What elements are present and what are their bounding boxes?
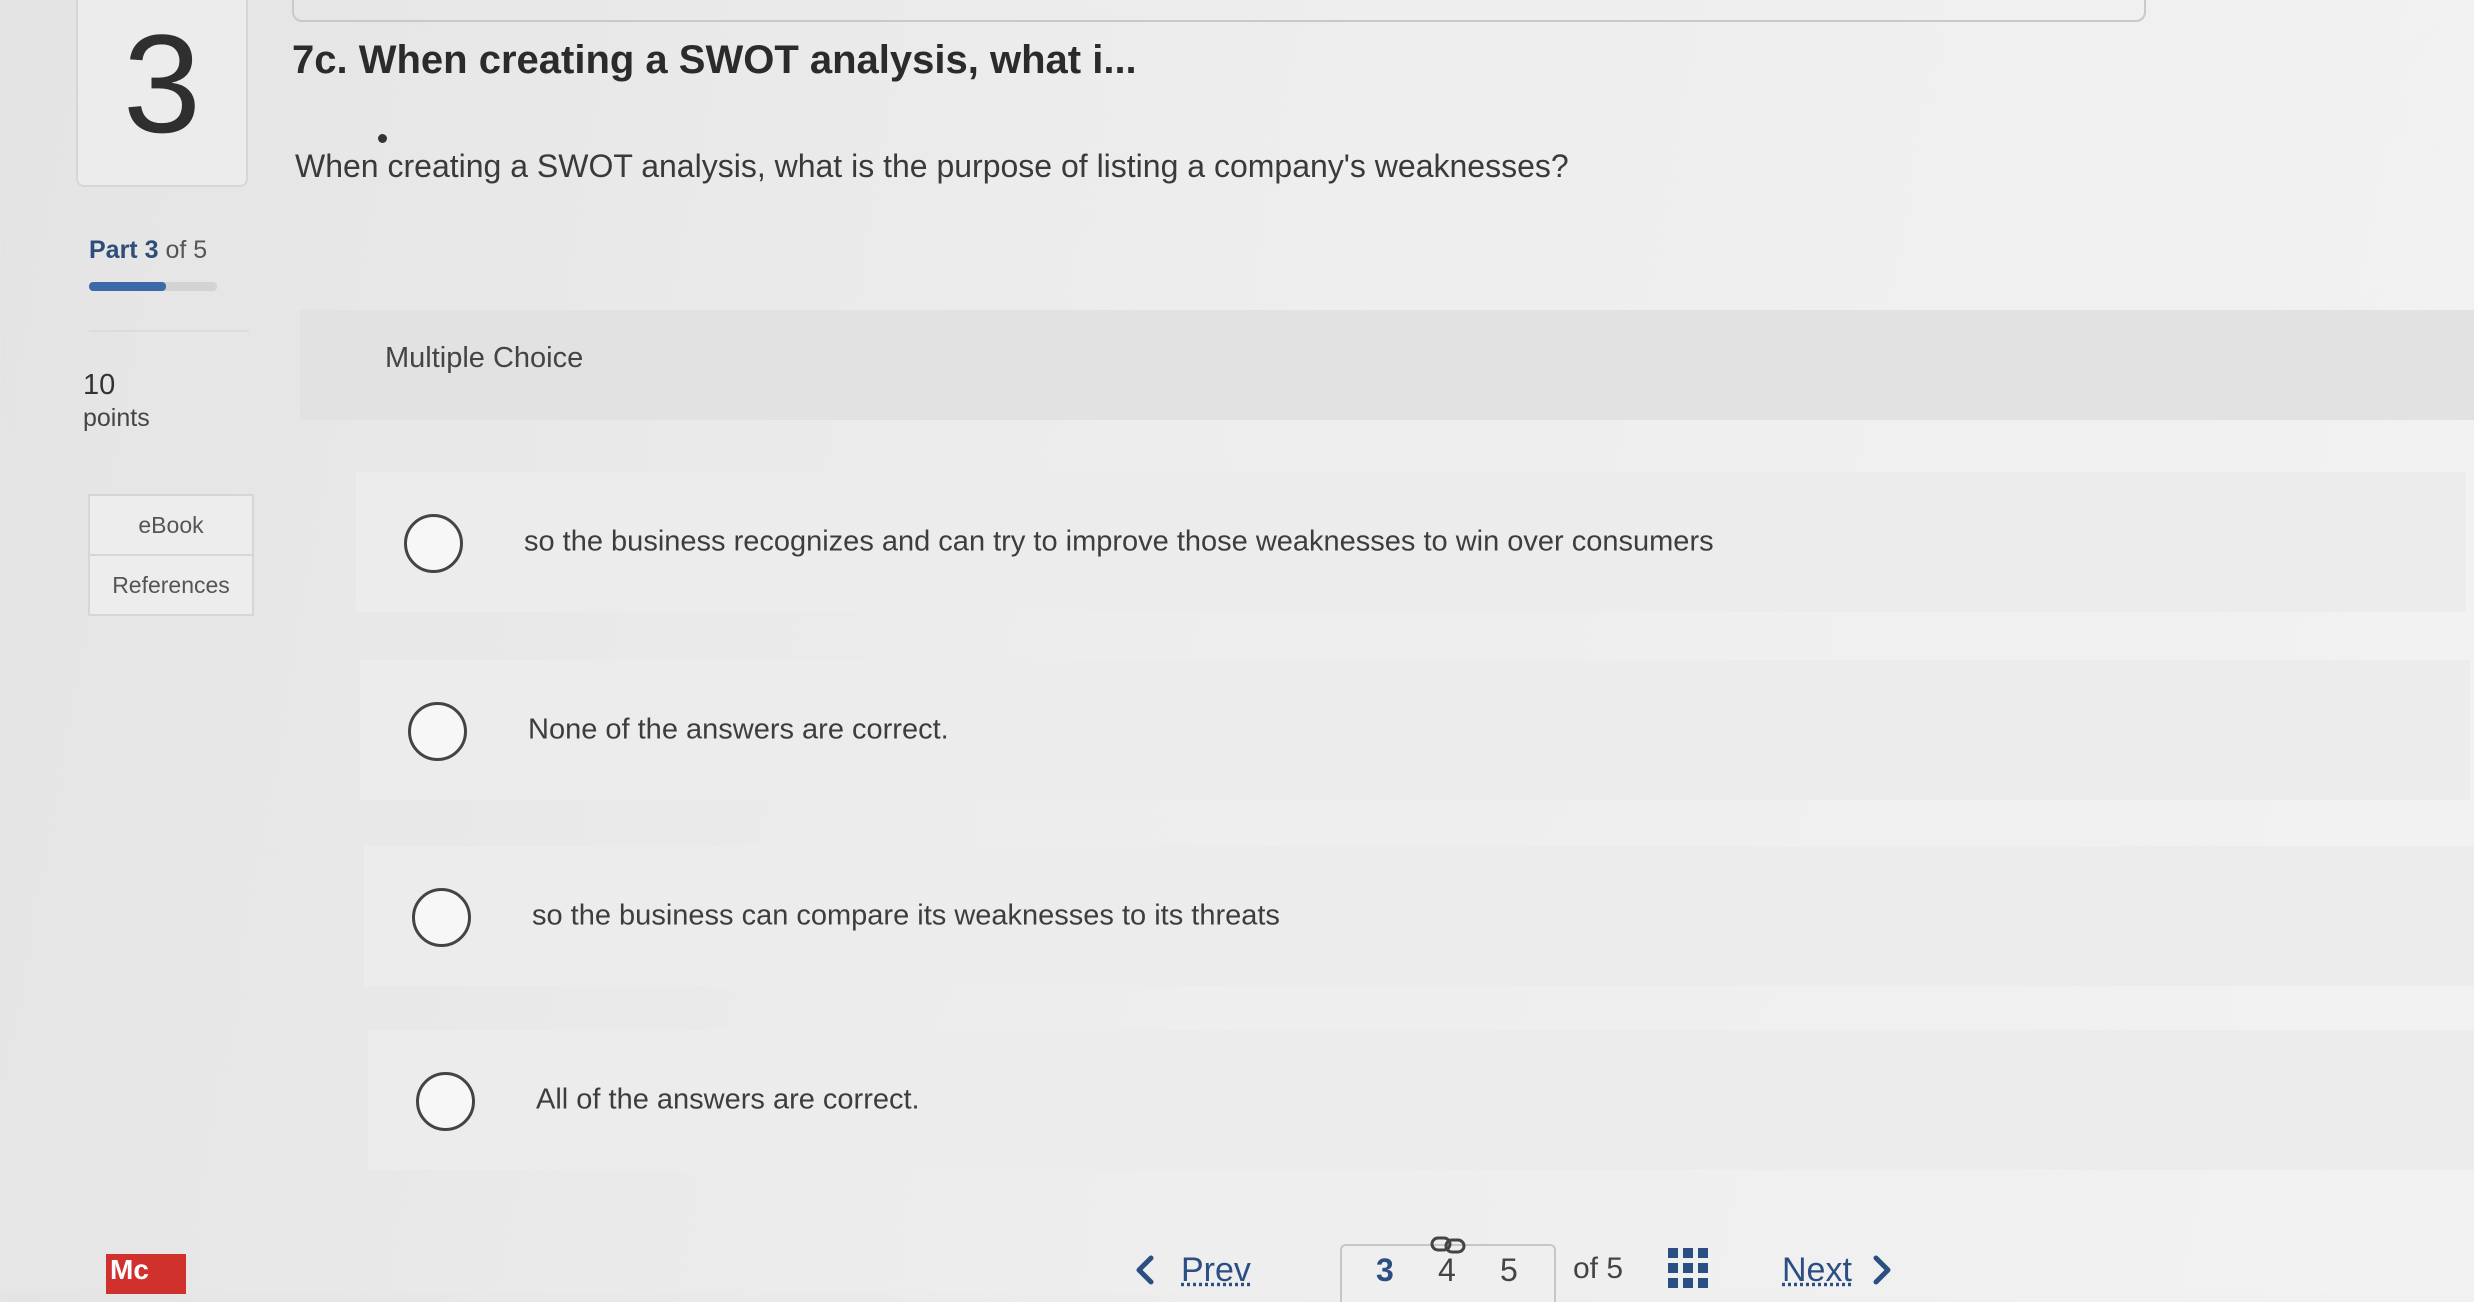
- question-type-label: Multiple Choice: [385, 342, 584, 374]
- answer-choice-text: so the business can compare its weakness…: [532, 899, 1280, 932]
- radio-button[interactable]: [416, 1072, 475, 1131]
- points-label: points: [83, 404, 150, 432]
- ebook-tab[interactable]: eBook: [90, 496, 252, 554]
- question-text: When creating a SWOT analysis, what is t…: [295, 148, 1569, 184]
- question-number-box: 3: [76, 0, 248, 187]
- question-number: 3: [123, 5, 201, 162]
- bullet-dot: [378, 134, 387, 143]
- divider: [89, 330, 249, 332]
- grid-icon[interactable]: [1668, 1248, 1708, 1288]
- page-total: of 5: [1573, 1252, 1624, 1285]
- next-label: Next: [1782, 1250, 1852, 1289]
- part-progress-bar: [89, 282, 217, 291]
- page-4[interactable]: 4: [1438, 1252, 1456, 1289]
- answer-choice-3[interactable]: so the business can compare its weakness…: [364, 846, 2474, 986]
- answer-choice-text: All of the answers are correct.: [536, 1083, 920, 1116]
- radio-button[interactable]: [412, 888, 471, 947]
- answer-choice-4[interactable]: All of the answers are correct.: [368, 1030, 2474, 1170]
- page-3[interactable]: 3: [1376, 1252, 1394, 1289]
- prev-button[interactable]: Prev: [1135, 1246, 1251, 1294]
- answer-choice-2[interactable]: None of the answers are correct.: [360, 660, 2470, 800]
- chevron-right-icon: [1873, 1255, 1891, 1285]
- part-indicator: Part 3 of 5: [89, 236, 207, 265]
- part-of: of 5: [165, 236, 208, 264]
- question-title: 7c. When creating a SWOT analysis, what …: [292, 38, 1137, 82]
- next-button[interactable]: Next: [1782, 1246, 1892, 1294]
- part-label: Part: [89, 236, 138, 264]
- prev-label: Prev: [1181, 1250, 1251, 1289]
- answer-choice-text: so the business recognizes and can try t…: [524, 525, 1714, 558]
- top-frame: [292, 0, 2146, 22]
- publisher-logo: Mc: [106, 1254, 186, 1294]
- radio-button[interactable]: [408, 702, 467, 761]
- references-tab[interactable]: References: [90, 554, 252, 614]
- part-current: 3: [144, 236, 159, 264]
- chevron-left-icon: [1136, 1255, 1154, 1285]
- answer-choice-1[interactable]: so the business recognizes and can try t…: [356, 472, 2466, 612]
- resource-tabs: eBook References: [88, 494, 254, 616]
- page-5[interactable]: 5: [1500, 1252, 1518, 1289]
- points-value: 10: [83, 369, 116, 401]
- answer-choice-text: None of the answers are correct.: [528, 713, 949, 746]
- question-type-panel: [300, 310, 2474, 420]
- radio-button[interactable]: [404, 514, 463, 573]
- part-progress-fill: [89, 282, 166, 291]
